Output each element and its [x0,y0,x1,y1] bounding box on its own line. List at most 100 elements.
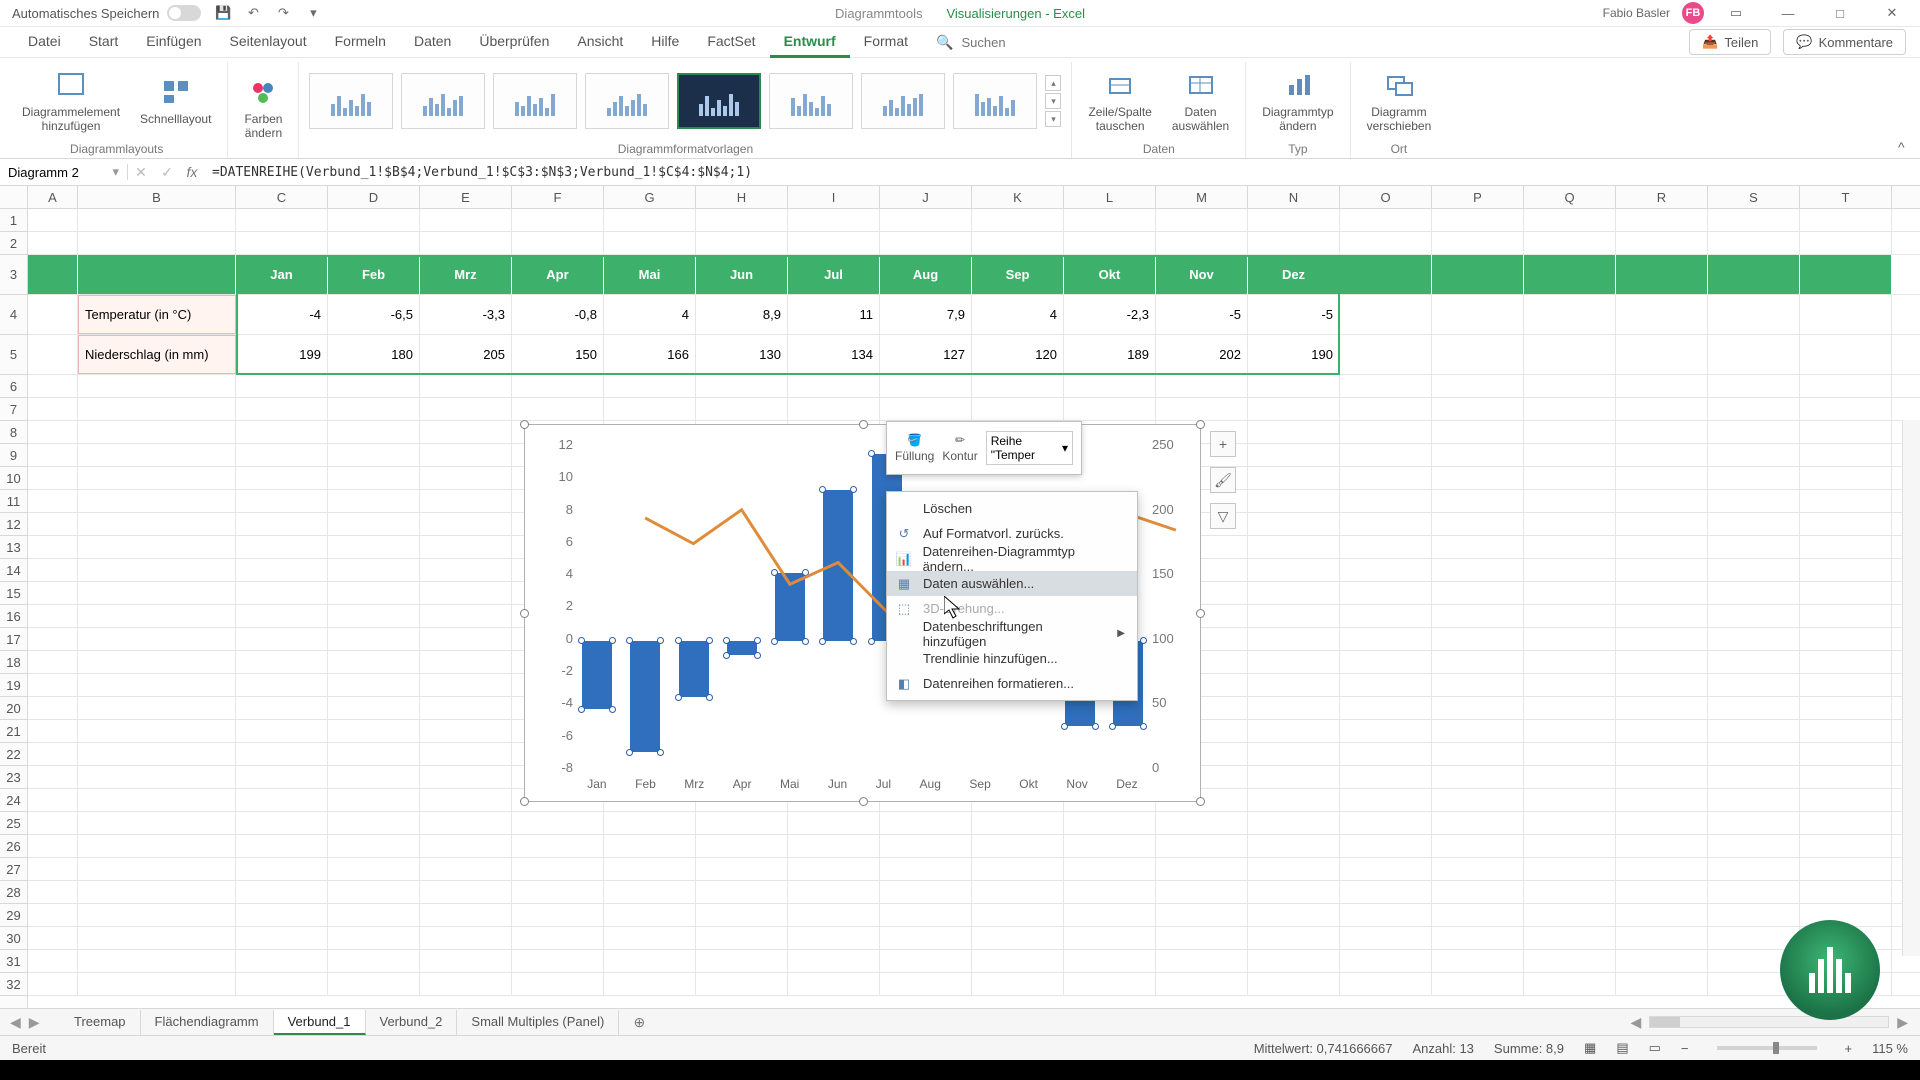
change-chart-type-button[interactable]: Diagrammtyp ändern [1256,64,1339,138]
cell-J29[interactable] [880,904,972,926]
cell-K1[interactable] [972,209,1064,231]
cell-Q5[interactable] [1524,335,1616,374]
cell-G30[interactable] [604,927,696,949]
col-header-P[interactable]: P [1432,186,1524,208]
cell-T18[interactable] [1800,651,1892,673]
cell-F29[interactable] [512,904,604,926]
cell-A5[interactable] [28,335,78,374]
cell-M25[interactable] [1156,812,1248,834]
cell-D5[interactable]: 180 [328,335,420,374]
chart-style-5[interactable] [677,73,761,129]
cell-G31[interactable] [604,950,696,972]
cell-J6[interactable] [880,375,972,397]
hscroll-left[interactable]: ◀ [1630,1014,1641,1031]
cell-D3[interactable]: Feb [328,255,420,294]
cell-N22[interactable] [1248,743,1340,765]
cell-O24[interactable] [1340,789,1432,811]
col-header-N[interactable]: N [1248,186,1340,208]
cell-A14[interactable] [28,559,78,581]
cell-N16[interactable] [1248,605,1340,627]
cell-C12[interactable] [236,513,328,535]
cell-A9[interactable] [28,444,78,466]
cell-R31[interactable] [1616,950,1708,972]
col-header-K[interactable]: K [972,186,1064,208]
cell-T14[interactable] [1800,559,1892,581]
cell-B20[interactable] [78,697,236,719]
cell-P20[interactable] [1432,697,1524,719]
cell-A19[interactable] [28,674,78,696]
cell-A7[interactable] [28,398,78,420]
zoom-out-icon[interactable]: − [1681,1041,1689,1056]
cell-Q24[interactable] [1524,789,1616,811]
cell-B3[interactable] [78,255,236,294]
col-header-H[interactable]: H [696,186,788,208]
cell-D29[interactable] [328,904,420,926]
ctx-auf-formatvorl-zur-cks-[interactable]: ↺Auf Formatvorl. zurücks. [887,521,1137,546]
cell-Q2[interactable] [1524,232,1616,254]
cell-B22[interactable] [78,743,236,765]
cell-D32[interactable] [328,973,420,995]
cell-E29[interactable] [420,904,512,926]
cell-R23[interactable] [1616,766,1708,788]
ctx-datenreihen-diagrammtyp-ndern-[interactable]: 📊Datenreihen-Diagrammtyp ändern... [887,546,1137,571]
cell-T9[interactable] [1800,444,1892,466]
cell-M26[interactable] [1156,835,1248,857]
menu-tab-ansicht[interactable]: Ansicht [563,27,637,58]
cell-R4[interactable] [1616,295,1708,334]
row-header-18[interactable]: 18 [0,651,27,674]
cell-O2[interactable] [1340,232,1432,254]
row-header-10[interactable]: 10 [0,467,27,490]
cell-C20[interactable] [236,697,328,719]
cell-C5[interactable]: 199 [236,335,328,374]
cell-O14[interactable] [1340,559,1432,581]
comments-button[interactable]: 💬Kommentare [1783,29,1906,55]
search-input[interactable] [953,31,1073,54]
cell-P11[interactable] [1432,490,1524,512]
cell-K29[interactable] [972,904,1064,926]
cell-R6[interactable] [1616,375,1708,397]
cell-T5[interactable] [1800,335,1892,374]
col-header-M[interactable]: M [1156,186,1248,208]
cell-M29[interactable] [1156,904,1248,926]
cell-M6[interactable] [1156,375,1248,397]
cell-A17[interactable] [28,628,78,650]
cell-Q16[interactable] [1524,605,1616,627]
cell-O32[interactable] [1340,973,1432,995]
cell-Q26[interactable] [1524,835,1616,857]
cell-S22[interactable] [1708,743,1800,765]
cell-A26[interactable] [28,835,78,857]
cell-O12[interactable] [1340,513,1432,535]
cell-E22[interactable] [420,743,512,765]
cell-E2[interactable] [420,232,512,254]
cell-N7[interactable] [1248,398,1340,420]
row-header-17[interactable]: 17 [0,628,27,651]
cell-I6[interactable] [788,375,880,397]
cell-R8[interactable] [1616,421,1708,443]
chart-styles-button[interactable]: 🖌 [1210,467,1236,493]
cell-L27[interactable] [1064,858,1156,880]
cell-P32[interactable] [1432,973,1524,995]
cell-N19[interactable] [1248,674,1340,696]
cell-L7[interactable] [1064,398,1156,420]
menu-tab-hilfe[interactable]: Hilfe [637,27,693,58]
cell-F5[interactable]: 150 [512,335,604,374]
cell-L4[interactable]: -2,3 [1064,295,1156,334]
row-header-4[interactable]: 4 [0,295,27,335]
cell-A29[interactable] [28,904,78,926]
cell-L29[interactable] [1064,904,1156,926]
cell-N30[interactable] [1248,927,1340,949]
cell-B4[interactable]: Temperatur (in °C) [78,295,236,334]
cell-O6[interactable] [1340,375,1432,397]
row-header-22[interactable]: 22 [0,743,27,766]
cell-C19[interactable] [236,674,328,696]
view-break-icon[interactable]: ▭ [1649,1040,1661,1056]
cell-D8[interactable] [328,421,420,443]
cell-P4[interactable] [1432,295,1524,334]
cell-R18[interactable] [1616,651,1708,673]
cell-K4[interactable]: 4 [972,295,1064,334]
cell-O29[interactable] [1340,904,1432,926]
cell-H31[interactable] [696,950,788,972]
cell-N15[interactable] [1248,582,1340,604]
cell-G27[interactable] [604,858,696,880]
cell-J31[interactable] [880,950,972,972]
